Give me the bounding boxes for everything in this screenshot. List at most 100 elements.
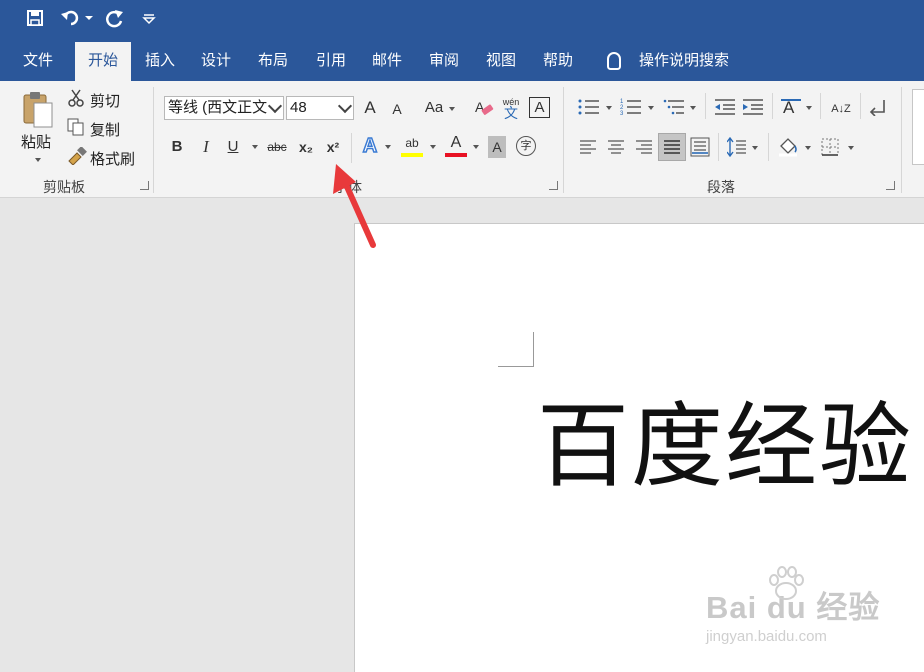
phonetic-guide-icon[interactable]: 文: [501, 102, 521, 124]
highlight-color-bar: [401, 153, 423, 157]
paragraph-subdivider: [705, 93, 706, 119]
document-body-text[interactable]: 百度经验: [537, 392, 913, 502]
grow-font-icon[interactable]: A: [361, 97, 379, 119]
distributed-icon[interactable]: [690, 137, 710, 157]
enclose-characters-button[interactable]: 字: [516, 136, 536, 156]
paragraph-subdivider: [820, 93, 821, 119]
copy-label[interactable]: 复制: [90, 119, 120, 140]
line-spacing-icon[interactable]: [726, 136, 747, 158]
align-left-icon[interactable]: [579, 139, 597, 155]
styles-gallery-thumb[interactable]: [912, 89, 924, 165]
change-case-dropdown-icon[interactable]: [449, 107, 455, 111]
bullets-icon[interactable]: [578, 98, 600, 116]
justify-icon[interactable]: [663, 139, 681, 155]
numbering-icon[interactable]: 123: [620, 98, 642, 117]
paste-icon[interactable]: [22, 89, 54, 129]
multilevel-list-icon[interactable]: [663, 98, 685, 116]
group-divider: [153, 87, 154, 193]
shading-icon[interactable]: [777, 136, 799, 158]
font-color-button[interactable]: A: [445, 132, 467, 154]
tab-insert[interactable]: 插入: [137, 40, 183, 81]
copy-icon[interactable]: [67, 118, 85, 136]
subscript-button[interactable]: x₂: [296, 136, 316, 158]
tab-review[interactable]: 审阅: [421, 40, 467, 81]
italic-button[interactable]: I: [197, 136, 215, 158]
decrease-indent-icon[interactable]: [714, 98, 736, 116]
ribbon-tabs: 文件 开始 插入 设计 布局 引用 邮件 审阅 视图 帮助 操作说明搜索: [0, 40, 924, 81]
highlight-button[interactable]: ab: [400, 132, 424, 154]
font-launcher-icon[interactable]: [549, 181, 558, 190]
font-name-combo[interactable]: 等线 (西文正文: [164, 96, 284, 120]
superscript-button[interactable]: x²: [323, 136, 343, 158]
lightbulb-icon: [607, 52, 621, 70]
paragraph-launcher-icon[interactable]: [886, 181, 895, 190]
font-color-bar: [445, 153, 467, 157]
tab-file[interactable]: 文件: [14, 40, 62, 81]
tab-references[interactable]: 引用: [308, 40, 354, 81]
paragraph-subdivider: [718, 133, 719, 161]
shading-dropdown-icon[interactable]: [805, 146, 811, 150]
bold-button[interactable]: B: [168, 136, 186, 158]
font-name-value: 等线 (西文正文: [168, 99, 268, 116]
tab-mailings[interactable]: 邮件: [364, 40, 410, 81]
svg-text:3: 3: [620, 111, 624, 116]
cut-icon[interactable]: [67, 89, 85, 107]
multilevel-dropdown-icon[interactable]: [690, 106, 696, 110]
clear-formatting-icon[interactable]: A: [474, 98, 494, 118]
tab-home[interactable]: 开始: [75, 42, 131, 81]
chevron-down-icon[interactable]: [267, 98, 283, 114]
highlight-dropdown-icon[interactable]: [430, 145, 436, 149]
shrink-font-icon[interactable]: A: [388, 98, 406, 120]
chevron-down-icon[interactable]: [337, 98, 353, 114]
change-case-icon[interactable]: Aa: [422, 97, 446, 119]
margin-marker: [533, 332, 534, 367]
clipboard-launcher-icon[interactable]: [140, 181, 149, 190]
margin-marker: [498, 366, 533, 367]
font-size-value: 48: [290, 99, 307, 116]
character-shading-button[interactable]: A: [488, 136, 506, 158]
font-size-combo[interactable]: 48: [286, 96, 354, 120]
customize-qat-icon[interactable]: [141, 9, 157, 32]
red-arrow-annotation: [333, 164, 376, 248]
tab-help[interactable]: 帮助: [535, 40, 581, 81]
paragraph-subdivider: [860, 93, 861, 119]
tell-me-search[interactable]: 操作说明搜索: [634, 40, 734, 81]
undo-icon[interactable]: [60, 9, 82, 32]
paste-dropdown-icon[interactable]: [35, 158, 41, 162]
text-effects-dropdown-icon[interactable]: [385, 145, 391, 149]
title-bar: [0, 0, 924, 40]
tab-view[interactable]: 视图: [478, 40, 524, 81]
tab-design[interactable]: 设计: [193, 40, 239, 81]
borders-icon[interactable]: [820, 137, 840, 157]
borders-dropdown-icon[interactable]: [848, 146, 854, 150]
format-painter-label[interactable]: 格式刷: [90, 148, 135, 169]
paragraph-group-label: 段落: [707, 179, 735, 195]
font-color-dropdown-icon[interactable]: [473, 145, 479, 149]
undo-dropdown-icon[interactable]: [84, 9, 94, 32]
save-icon[interactable]: [24, 9, 46, 32]
watermark-url: jingyan.baidu.com: [706, 628, 827, 645]
group-divider: [563, 87, 564, 193]
line-spacing-dropdown-icon[interactable]: [752, 146, 758, 150]
group-divider: [901, 87, 902, 193]
asian-layout-dropdown-icon[interactable]: [806, 106, 812, 110]
redo-icon[interactable]: [104, 9, 126, 34]
strikethrough-button[interactable]: abc: [265, 136, 289, 158]
underline-dropdown-icon[interactable]: [252, 145, 258, 149]
show-formatting-icon[interactable]: [868, 98, 888, 117]
text-effects-button[interactable]: A: [360, 134, 380, 158]
align-right-icon[interactable]: [635, 139, 653, 155]
sort-icon[interactable]: A↓Z: [828, 98, 854, 120]
character-border-icon[interactable]: A: [529, 97, 550, 118]
bullets-dropdown-icon[interactable]: [606, 106, 612, 110]
cut-label[interactable]: 剪切: [90, 90, 120, 111]
underline-button[interactable]: U: [224, 136, 242, 158]
align-center-icon[interactable]: [607, 139, 625, 155]
increase-indent-icon[interactable]: [742, 98, 764, 116]
numbering-dropdown-icon[interactable]: [648, 106, 654, 110]
asian-layout-icon[interactable]: A: [780, 96, 802, 118]
format-painter-icon[interactable]: [67, 146, 87, 166]
baidu-watermark: Bai du 经验 jingyan.baidu.com: [706, 566, 880, 645]
tab-layout[interactable]: 布局: [250, 40, 296, 81]
paste-label[interactable]: 粘贴: [21, 131, 51, 152]
